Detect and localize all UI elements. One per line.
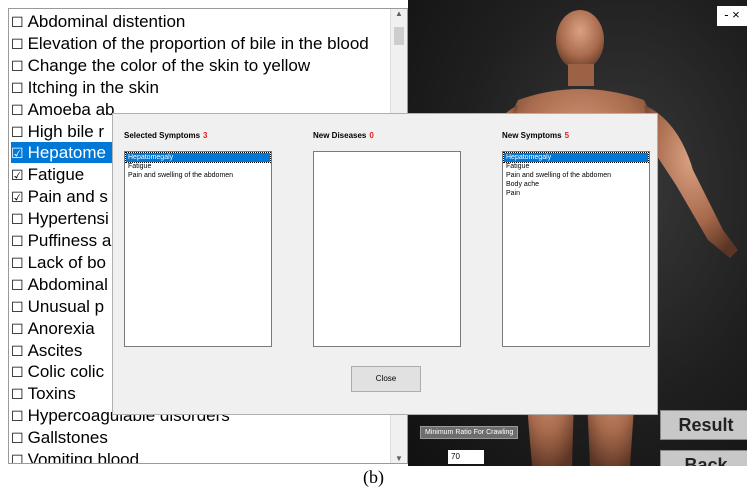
symptom-item[interactable]: ☐ Hypertensi <box>11 208 109 229</box>
listbox-item[interactable]: Body ache <box>504 180 648 189</box>
results-dialog: Selected Symptoms 3 New Diseases 0 New Sym… <box>112 113 658 415</box>
symptom-item[interactable]: ☐ Itching in the skin <box>11 77 159 98</box>
symptom-item[interactable]: ☑ Fatigue <box>11 164 84 185</box>
listbox-item[interactable]: Pain and swelling of the abdomen <box>126 171 270 180</box>
symptom-label: Change the color of the skin to yellow <box>27 55 311 75</box>
checkbox-icon[interactable]: ☐ <box>11 102 24 118</box>
symptom-item[interactable]: ☐ Gallstones <box>11 427 108 448</box>
symptom-label: Abdominal <box>27 274 108 294</box>
symptom-label: Abdominal distention <box>27 12 186 31</box>
checkbox-icon[interactable]: ☐ <box>11 233 24 249</box>
symptom-item[interactable]: ☐ Amoeba ab <box>11 99 115 120</box>
result-button[interactable]: Result <box>660 410 747 440</box>
symptom-label: Hepatome <box>27 143 106 163</box>
selected-symptoms-count: 3 <box>203 131 208 140</box>
symptom-item[interactable]: ☐ Toxins <box>11 383 76 404</box>
symptom-label: Amoeba ab <box>27 99 115 119</box>
selected-symptoms-listbox[interactable]: Hepatomegaly Fatigue Pain and swelling of … <box>124 151 272 347</box>
new-symptoms-listbox[interactable]: Hepatomegaly Fatigue Pain and swelling of … <box>502 151 650 347</box>
symptom-item[interactable]: ☐ Lack of bo <box>11 252 106 273</box>
new-diseases-count: 0 <box>369 131 374 140</box>
scrollbar-thumb[interactable] <box>394 27 404 45</box>
min-ratio-label: Minimum Ratio For Crawling <box>420 426 519 439</box>
symptom-item[interactable]: ☐ Elevation of the proportion of bile in … <box>11 33 369 54</box>
checkbox-icon[interactable]: ☐ <box>11 364 24 380</box>
symptom-label: Anorexia <box>27 318 95 338</box>
symptom-label: Toxins <box>27 384 76 404</box>
checkbox-icon[interactable]: ☐ <box>11 452 24 463</box>
symptom-item[interactable]: ☑ Pain and s <box>11 186 108 207</box>
min-ratio-input[interactable]: 70 <box>448 450 484 464</box>
symptom-item[interactable]: ☑ Hepatome <box>11 142 112 164</box>
figure-caption: (b) <box>363 467 384 487</box>
scroll-down-icon[interactable]: ▼ <box>391 454 407 463</box>
checkbox-icon[interactable]: ☐ <box>11 386 24 402</box>
new-symptoms-count: 5 <box>564 131 570 140</box>
listbox-item[interactable]: Fatigue <box>126 162 270 171</box>
listbox-item[interactable]: Pain and swelling of the abdomen <box>504 171 648 180</box>
window-controls[interactable]: - × <box>717 6 747 26</box>
checkbox-checked-icon[interactable]: ☑ <box>11 145 24 161</box>
listbox-item[interactable]: Hepatomegaly <box>125 152 271 163</box>
scroll-up-icon[interactable]: ▲ <box>391 9 407 18</box>
symptom-label: Gallstones <box>27 428 108 448</box>
checkbox-icon[interactable]: ☐ <box>11 36 24 52</box>
new-diseases-label: New Diseases <box>313 131 367 140</box>
symptom-label: High bile r <box>27 121 105 141</box>
listbox-item[interactable]: Pain <box>504 189 648 198</box>
symptom-item[interactable]: ☐ Vomiting blood <box>11 449 140 464</box>
checkbox-icon[interactable]: ☐ <box>11 430 24 446</box>
new-diseases-listbox[interactable] <box>313 151 461 347</box>
symptom-label: Hypertensi <box>27 209 109 229</box>
symptom-label: Pain and s <box>27 187 108 207</box>
selected-symptoms-title: Selected Symptoms 3 <box>124 131 207 140</box>
symptom-label: Itching in the skin <box>27 77 159 97</box>
checkbox-icon[interactable]: ☐ <box>11 58 24 74</box>
symptom-label: Fatigue <box>27 165 85 185</box>
symptom-item[interactable]: ☐ Colic colic <box>11 361 104 382</box>
symptom-label: Ascites <box>27 340 83 360</box>
checkbox-checked-icon[interactable]: ☑ <box>11 167 24 183</box>
new-symptoms-title: New Symptoms 5 <box>502 131 569 140</box>
checkbox-icon[interactable]: ☐ <box>11 255 24 271</box>
close-button[interactable]: Close <box>351 366 421 392</box>
back-button[interactable]: Back <box>660 450 747 466</box>
symptom-label: Colic colic <box>27 362 105 382</box>
checkbox-icon[interactable]: ☐ <box>11 299 24 315</box>
listbox-item[interactable]: Hepatomegaly <box>503 152 649 163</box>
checkbox-icon[interactable]: ☐ <box>11 14 24 30</box>
new-symptoms-label: New Symptoms <box>502 131 562 140</box>
checkbox-icon[interactable]: ☐ <box>11 343 24 359</box>
new-diseases-title: New Diseases 0 <box>313 131 374 140</box>
checkbox-checked-icon[interactable]: ☑ <box>11 189 24 205</box>
symptom-label: Lack of bo <box>27 252 107 272</box>
symptom-label: Elevation of the proportion of bile in t… <box>27 33 369 53</box>
symptom-item[interactable]: ☐ Unusual p <box>11 296 104 317</box>
symptom-item[interactable]: ☐ Ascites <box>11 340 82 361</box>
symptom-label: Puffiness a <box>27 231 112 250</box>
symptom-item[interactable]: ☐ High bile r <box>11 121 104 142</box>
checkbox-icon[interactable]: ☐ <box>11 321 24 337</box>
checkbox-icon[interactable]: ☐ <box>11 80 24 96</box>
listbox-item[interactable]: Fatigue <box>504 162 648 171</box>
symptom-label: Unusual p <box>27 296 105 316</box>
symptom-item[interactable]: ☐ Anorexia <box>11 318 95 339</box>
checkbox-icon[interactable]: ☐ <box>11 124 24 140</box>
symptom-label: Vomiting blood <box>27 450 140 464</box>
checkbox-icon[interactable]: ☐ <box>11 211 24 227</box>
checkbox-icon[interactable]: ☐ <box>11 277 24 293</box>
checkbox-icon[interactable]: ☐ <box>11 408 24 424</box>
symptom-item[interactable]: ☐ Abdominal distention <box>11 11 185 32</box>
symptom-item[interactable]: ☐ Change the color of the skin to yellow <box>11 55 310 76</box>
symptom-item[interactable]: ☐ Abdominal <box>11 274 108 295</box>
symptom-item[interactable]: ☐ Puffiness a <box>11 230 111 251</box>
selected-symptoms-label: Selected Symptoms <box>124 131 201 140</box>
